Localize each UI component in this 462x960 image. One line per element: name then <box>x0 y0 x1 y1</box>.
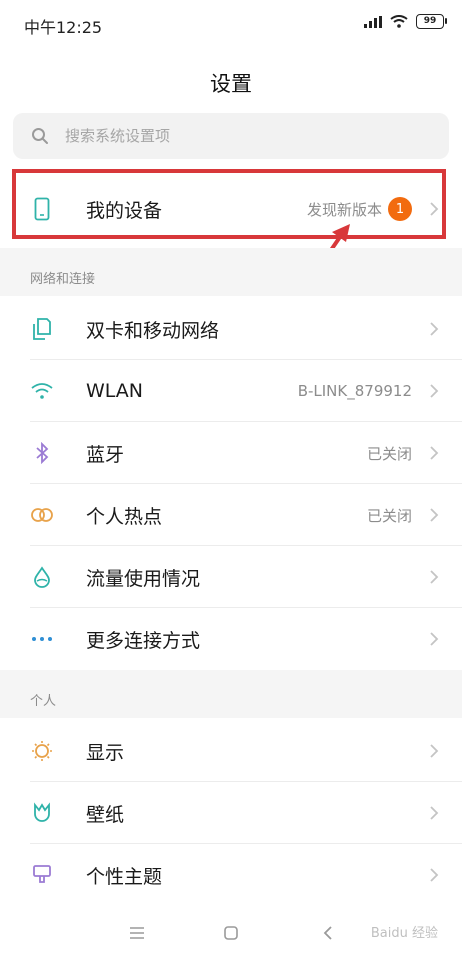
row-hotspot[interactable]: 个人热点 已关闭 <box>0 484 462 546</box>
search-input[interactable] <box>63 126 407 146</box>
row-display[interactable]: 显示 <box>0 720 462 782</box>
signal-icon <box>364 15 382 28</box>
row-label: WLAN <box>86 380 144 402</box>
chevron-right-icon <box>430 508 439 522</box>
phone-icon <box>30 197 54 221</box>
more-dots-icon <box>30 627 54 651</box>
new-version-text: 发现新版本 <box>306 200 382 219</box>
theme-brush-icon <box>30 863 54 887</box>
section-title-network: 网络和连接 <box>30 272 96 287</box>
chevron-right-icon <box>430 384 439 398</box>
divider <box>30 359 462 360</box>
chevron-right-icon <box>430 322 439 336</box>
tulip-icon <box>30 801 54 825</box>
row-label: 流量使用情况 <box>86 567 201 590</box>
search-bar[interactable] <box>13 113 449 159</box>
divider <box>30 843 462 844</box>
wifi-icon <box>30 379 54 403</box>
search-icon <box>31 127 49 145</box>
row-label: 壁纸 <box>86 803 125 826</box>
chevron-right-icon <box>430 202 439 216</box>
hotspot-icon <box>30 503 54 527</box>
row-label: 个人热点 <box>86 505 163 528</box>
status-time: 中午12:25 <box>24 18 103 37</box>
update-badge: 1 <box>388 197 412 221</box>
divider <box>30 607 462 608</box>
battery-icon: 99 <box>416 14 447 29</box>
my-device-row[interactable]: 我的设备 发现新版本 1 <box>0 178 462 240</box>
row-label: 显示 <box>86 741 125 764</box>
chevron-right-icon <box>430 446 439 460</box>
menu-icon[interactable] <box>125 922 149 944</box>
chevron-right-icon <box>430 570 439 584</box>
section-header-personal <box>0 670 462 718</box>
divider <box>30 545 462 546</box>
row-label: 更多连接方式 <box>86 629 201 652</box>
row-label: 蓝牙 <box>86 443 125 466</box>
my-device-label: 我的设备 <box>86 199 163 222</box>
row-bluetooth[interactable]: 蓝牙 已关闭 <box>0 422 462 484</box>
chevron-right-icon <box>430 806 439 820</box>
chevron-right-icon <box>430 632 439 646</box>
row-label: 个性主题 <box>86 865 163 888</box>
divider <box>30 483 462 484</box>
home-icon[interactable] <box>219 922 243 944</box>
chevron-right-icon <box>430 868 439 882</box>
wifi-status-icon <box>390 15 408 28</box>
status-bar: 中午12:25 99 <box>0 0 462 50</box>
row-value: B-LINK_879912 <box>297 382 412 400</box>
data-drop-icon <box>30 565 54 589</box>
watermark: Baidu 经验 <box>370 926 438 941</box>
back-icon[interactable] <box>316 922 340 944</box>
bluetooth-icon <box>30 441 54 465</box>
chevron-right-icon <box>430 744 439 758</box>
divider <box>30 781 462 782</box>
status-icons: 99 <box>364 14 447 29</box>
sun-icon <box>30 739 54 763</box>
row-wlan[interactable]: WLAN B-LINK_879912 <box>0 360 462 422</box>
row-value: 已关闭 <box>366 506 412 525</box>
row-label: 双卡和移动网络 <box>86 319 220 342</box>
page-title: 设置 <box>210 72 252 96</box>
row-wallpaper[interactable]: 壁纸 <box>0 782 462 844</box>
sim-card-icon <box>30 317 54 341</box>
divider <box>30 421 462 422</box>
row-themes[interactable]: 个性主题 <box>0 844 462 906</box>
row-value: 已关闭 <box>366 444 412 463</box>
row-data-usage[interactable]: 流量使用情况 <box>0 546 462 608</box>
row-dual-sim[interactable]: 双卡和移动网络 <box>0 298 462 360</box>
section-title-personal: 个人 <box>30 694 57 709</box>
row-more-connections[interactable]: 更多连接方式 <box>0 608 462 670</box>
